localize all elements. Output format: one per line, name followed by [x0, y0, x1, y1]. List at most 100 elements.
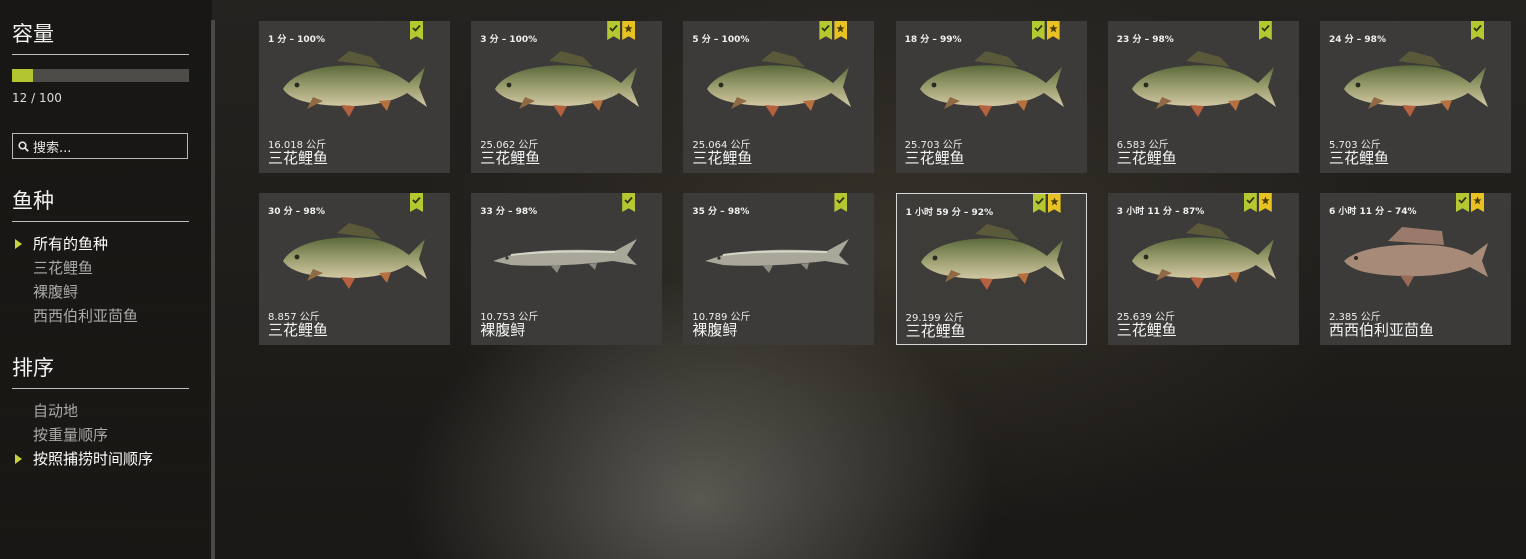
- fish-picture: [703, 49, 855, 123]
- carp-image: [1344, 51, 1488, 117]
- carp-image: [920, 224, 1065, 290]
- search-icon: [18, 140, 29, 152]
- carp-image: [1131, 223, 1276, 289]
- fish-picture: [703, 221, 855, 295]
- fish-catch-time: 1 小时 59 分 – 92%: [905, 208, 994, 218]
- fish-picture: [1128, 221, 1280, 295]
- fish-name: 裸腹鲟: [692, 321, 738, 339]
- species-filter-item[interactable]: 三花鲤鱼: [33, 257, 93, 278]
- star-badge-icon: [834, 21, 848, 40]
- capacity-bar: [12, 69, 189, 82]
- check-badge-icon: [834, 193, 848, 212]
- fish-picture: [1128, 49, 1280, 123]
- fish-name: 西西伯利亚茴鱼: [1329, 321, 1435, 339]
- fish-card[interactable]: 33 分 – 98% 10.753 公斤 裸腹鲟: [471, 193, 663, 345]
- fish-name: 三花鲤鱼: [1116, 149, 1177, 167]
- check-badge-icon: [410, 21, 423, 40]
- divider: [12, 54, 189, 55]
- check-badge-icon: [1031, 21, 1045, 40]
- fish-picture: [1340, 221, 1492, 295]
- fish-name: 三花鲤鱼: [692, 149, 753, 167]
- carp-image: [1131, 51, 1276, 117]
- check-badge-icon: [607, 21, 621, 40]
- carp-image: [919, 51, 1064, 117]
- capacity-bar-fill: [12, 69, 34, 82]
- check-badge-icon: [1456, 193, 1469, 212]
- fish-card[interactable]: 30 分 – 98% 8.857 公斤 三花鲤鱼: [259, 193, 450, 345]
- fish-name: 三花鲤鱼: [268, 321, 329, 339]
- species-filter-item[interactable]: 西西伯利亚茴鱼: [33, 305, 138, 326]
- fish-picture: [917, 222, 1069, 296]
- check-badge-icon: [819, 21, 833, 40]
- fish-picture: [916, 49, 1068, 123]
- fish-name: 三花鲤鱼: [480, 149, 541, 167]
- fish-name: 三花鲤鱼: [268, 149, 329, 167]
- fish-picture: [1340, 49, 1492, 123]
- fish-picture: [491, 221, 643, 295]
- check-badge-icon: [622, 193, 636, 212]
- sturgeon-image: [705, 239, 850, 273]
- check-badge-icon: [410, 193, 423, 212]
- check-badge-icon: [1471, 21, 1484, 40]
- fish-card[interactable]: 24 分 – 98% 5.703 公斤 三花鲤鱼: [1320, 21, 1511, 173]
- capacity-text: 12 / 100: [12, 91, 62, 105]
- search-input[interactable]: 搜索...: [12, 133, 188, 159]
- fish-picture: [491, 49, 643, 123]
- sturgeon-image: [493, 239, 638, 273]
- carp-image: [283, 223, 427, 289]
- search-placeholder: 搜索...: [33, 140, 72, 156]
- star-badge-icon: [622, 21, 636, 40]
- check-badge-icon: [1032, 194, 1046, 213]
- divider: [12, 221, 189, 222]
- fish-picture: [279, 49, 431, 123]
- fish-catch-time: 35 分 – 98%: [692, 207, 750, 217]
- fish-catch-time: 3 小时 11 分 – 87%: [1116, 207, 1205, 217]
- species-filter-item[interactable]: 裸腹鲟: [33, 281, 78, 302]
- fish-card[interactable]: 35 分 – 98% 10.789 公斤 裸腹鲟: [683, 193, 875, 345]
- sort-title: 排序: [12, 356, 54, 380]
- carp-image: [707, 51, 852, 117]
- star-badge-icon: [1047, 194, 1061, 213]
- selected-arrow-icon: [15, 454, 22, 464]
- sort-option-item[interactable]: 按照捕捞时间顺序: [33, 448, 153, 469]
- sidebar: 容量 12 / 100 搜索... 鱼种 所有的鱼种 三花鲤鱼 裸腹鲟 西西伯利亚茴鱼…: [0, 0, 212, 559]
- fish-card[interactable]: 1 小时 59 分 – 92% 29.199 公斤 三花鲤鱼: [895, 193, 1087, 345]
- check-badge-icon: [1243, 193, 1257, 212]
- fish-name: 三花鲤鱼: [1116, 321, 1177, 339]
- fish-catch-time: 23 分 – 98%: [1116, 35, 1174, 45]
- species-title: 鱼种: [12, 189, 54, 213]
- fish-catch-time: 6 小时 11 分 – 74%: [1329, 207, 1417, 217]
- selected-arrow-icon: [15, 239, 22, 249]
- sort-option-item[interactable]: 按重量顺序: [33, 424, 108, 445]
- fish-catch-time: 33 分 – 98%: [480, 207, 538, 217]
- fish-card[interactable]: 1 分 – 100% 16.018 公斤 三花鲤鱼: [259, 21, 450, 173]
- carp-image: [283, 51, 427, 117]
- fish-catch-time: 24 分 – 98%: [1329, 35, 1386, 45]
- fish-catch-time: 18 分 – 99%: [904, 35, 962, 45]
- sidebar-scrollbar[interactable]: [211, 20, 215, 559]
- check-badge-icon: [1258, 21, 1272, 40]
- fish-name: 三花鲤鱼: [904, 149, 965, 167]
- divider: [12, 388, 189, 389]
- sort-option-item[interactable]: 自动地: [33, 400, 78, 421]
- fish-picture: [279, 221, 431, 295]
- fish-name: 裸腹鲟: [480, 321, 526, 339]
- fish-card[interactable]: 6 小时 11 分 – 74% 2.385 公斤 西西伯利亚茴鱼: [1320, 193, 1511, 345]
- fish-catch-time: 3 分 – 100%: [480, 35, 538, 45]
- fish-card[interactable]: 3 分 – 100% 25.062 公斤 三花鲤鱼: [471, 21, 663, 173]
- grayling-image: [1344, 227, 1488, 287]
- carp-image: [495, 51, 640, 117]
- fish-card[interactable]: 18 分 – 99% 25.703 公斤 三花鲤鱼: [895, 21, 1087, 173]
- fish-card[interactable]: 23 分 – 98% 6.583 公斤 三花鲤鱼: [1107, 21, 1299, 173]
- star-badge-icon: [1046, 21, 1060, 40]
- fish-catch-time: 5 分 – 100%: [692, 35, 750, 45]
- star-badge-icon: [1258, 193, 1272, 212]
- fish-catch-time: 30 分 – 98%: [268, 207, 325, 217]
- fish-name: 三花鲤鱼: [1329, 149, 1390, 167]
- species-filter-item[interactable]: 所有的鱼种: [33, 233, 108, 254]
- fish-card[interactable]: 5 分 – 100% 25.064 公斤 三花鲤鱼: [683, 21, 875, 173]
- fish-catch-time: 1 分 – 100%: [268, 35, 325, 45]
- star-badge-icon: [1471, 193, 1484, 212]
- fish-card[interactable]: 3 小时 11 分 – 87% 25.639 公斤 三花鲤鱼: [1107, 193, 1299, 345]
- fish-name: 三花鲤鱼: [905, 322, 966, 340]
